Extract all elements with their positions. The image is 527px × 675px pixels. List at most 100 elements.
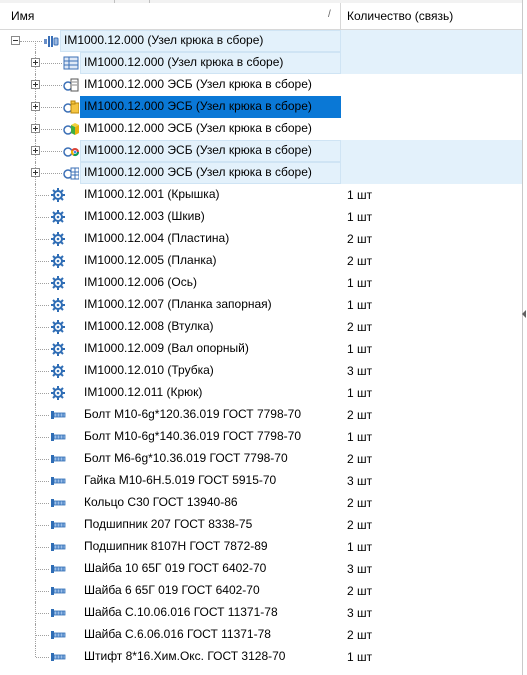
gear-icon: [50, 275, 66, 291]
tree-row-quantity: 1 шт: [347, 430, 373, 444]
tree-row-label: Кольцо C30 ГОСТ 13940-86: [84, 495, 238, 509]
tree-row[interactable]: IM1000.12.000 ЭСБ (Узел крюка в сборе): [0, 74, 522, 96]
tree-connector: [36, 305, 49, 307]
tree-row-label: Подшипник 207 ГОСТ 8338-75: [84, 517, 253, 531]
tree-connector: [36, 239, 49, 241]
tree-row-label: Шайба 6 65Г 019 ГОСТ 6402-70: [84, 583, 260, 597]
tree-row-label: Гайка M10-6H.5.019 ГОСТ 5915-70: [84, 473, 277, 487]
tree-row[interactable]: IM1000.12.000 ЭСБ (Узел крюка в сборе): [0, 140, 522, 162]
collapse-toggle[interactable]: [11, 36, 20, 45]
expand-toggle[interactable]: [31, 124, 40, 133]
gear-icon: [50, 209, 66, 225]
tree-row[interactable]: IM1000.12.007 (Планка запорная) 1 шт: [0, 294, 522, 316]
standard-part-icon: [50, 407, 66, 423]
tree-row-quantity: 2 шт: [347, 408, 373, 422]
tree-row-label: Болт M10-6g*140.36.019 ГОСТ 7798-70: [84, 429, 301, 443]
tree-row-label: Штифт 8*16.Хим.Окс. ГОСТ 3128-70: [84, 649, 286, 663]
expand-toggle[interactable]: [31, 58, 40, 67]
gear-icon: [50, 319, 66, 335]
tree-row-label: Шайба C.10.06.016 ГОСТ 11371-78: [84, 605, 278, 619]
tree-row[interactable]: Подшипник 207 ГОСТ 8338-75 2 шт: [0, 514, 522, 536]
tree-row-label: Болт M6-6g*10.36.019 ГОСТ 7798-70: [84, 451, 288, 465]
tree-row-quantity: [341, 118, 522, 140]
tree-connector: [36, 569, 49, 571]
tree-connector: [36, 349, 49, 351]
tree-row-quantity: 2 шт: [347, 518, 373, 532]
table-icon: [63, 55, 79, 71]
tree-row-label: Болт M10-6g*120.36.019 ГОСТ 7798-70: [84, 407, 301, 421]
tree-row[interactable]: Штифт 8*16.Хим.Окс. ГОСТ 3128-70 1 шт: [0, 646, 522, 668]
tree-row[interactable]: Болт M10-6g*140.36.019 ГОСТ 7798-70 1 шт: [0, 426, 522, 448]
tree-row-quantity: 2 шт: [347, 254, 373, 268]
standard-part-icon: [50, 605, 66, 621]
tree-row-quantity: 3 шт: [347, 474, 373, 488]
tree-row[interactable]: Гайка M10-6H.5.019 ГОСТ 5915-70 3 шт: [0, 470, 522, 492]
gear-icon: [50, 253, 66, 269]
tree-row-quantity: 1 шт: [347, 386, 373, 400]
tree-row-label: IM1000.12.011 (Крюк): [84, 385, 203, 399]
tree-row-root[interactable]: IM1000.12.000 (Узел крюка в сборе): [0, 30, 522, 52]
tree-connector: [36, 657, 49, 659]
tree-row[interactable]: IM1000.12.011 (Крюк) 1 шт: [0, 382, 522, 404]
tree-connector: [36, 327, 49, 329]
tree-row-quantity: 3 шт: [347, 606, 373, 620]
tree-row-label: Шайба 10 65Г 019 ГОСТ 6402-70: [84, 561, 267, 575]
expand-toggle[interactable]: [31, 146, 40, 155]
tree-row[interactable]: Кольцо C30 ГОСТ 13940-86 2 шт: [0, 492, 522, 514]
tree-row[interactable]: IM1000.12.000 (Узел крюка в сборе): [0, 52, 522, 74]
tree-row-label: IM1000.12.001 (Крышка): [84, 187, 220, 201]
tree-row[interactable]: IM1000.12.003 (Шкив) 1 шт: [0, 206, 522, 228]
tree-row[interactable]: Болт M6-6g*10.36.019 ГОСТ 7798-70 2 шт: [0, 448, 522, 470]
tree-row-quantity: [341, 30, 522, 52]
tree-row-quantity: [341, 96, 522, 118]
tree-connector: [36, 547, 49, 549]
expand-toggle[interactable]: [31, 168, 40, 177]
tree-connector: [36, 217, 49, 219]
3d-model-icon: [63, 121, 79, 137]
tree-row-quantity: 2 шт: [347, 320, 373, 334]
tree-row[interactable]: IM1000.12.010 (Трубка) 3 шт: [0, 360, 522, 382]
tree-row-label: IM1000.12.000 ЭСБ (Узел крюка в сборе): [84, 165, 312, 179]
tree-row[interactable]: Шайба C.10.06.016 ГОСТ 11371-78 3 шт: [0, 602, 522, 624]
tree-connector: [36, 481, 49, 483]
tree-row[interactable]: IM1000.12.006 (Ось) 1 шт: [0, 272, 522, 294]
gear-icon: [50, 297, 66, 313]
tree-connector: [36, 459, 49, 461]
tree-row-label: Шайба C.6.06.016 ГОСТ 11371-78: [84, 627, 271, 641]
expand-toggle[interactable]: [31, 80, 40, 89]
tree-connector: [35, 646, 37, 657]
tree-row[interactable]: IM1000.12.008 (Втулка) 2 шт: [0, 316, 522, 338]
standard-part-icon: [50, 451, 66, 467]
tree-row[interactable]: Подшипник 8107H ГОСТ 7872-89 1 шт: [0, 536, 522, 558]
standard-part-icon: [50, 517, 66, 533]
scroll-arrow-icon[interactable]: [522, 310, 527, 318]
tree-row-quantity: 2 шт: [347, 232, 373, 246]
folder-document-icon: [63, 99, 79, 115]
tree-row[interactable]: IM1000.12.009 (Вал опорный) 1 шт: [0, 338, 522, 360]
tree-row-quantity: 1 шт: [347, 342, 373, 356]
column-header-quantity[interactable]: Количество (связь): [341, 3, 522, 29]
tree-row[interactable]: IM1000.12.005 (Планка) 2 шт: [0, 250, 522, 272]
chrome-icon: [63, 143, 79, 159]
column-header-name[interactable]: Имя /: [0, 3, 341, 29]
tree-row[interactable]: Болт M10-6g*120.36.019 ГОСТ 7798-70 2 шт: [0, 404, 522, 426]
tree-row[interactable]: IM1000.12.000 ЭСБ (Узел крюка в сборе): [0, 96, 522, 118]
tree-row[interactable]: IM1000.12.000 ЭСБ (Узел крюка в сборе): [0, 162, 522, 184]
tree-row[interactable]: Шайба 6 65Г 019 ГОСТ 6402-70 2 шт: [0, 580, 522, 602]
tree-row[interactable]: Шайба C.6.06.016 ГОСТ 11371-78 2 шт: [0, 624, 522, 646]
tree-connector: [36, 371, 49, 373]
gear-icon: [50, 363, 66, 379]
expand-toggle[interactable]: [31, 102, 40, 111]
tree-row-quantity: 1 шт: [347, 188, 373, 202]
tree-row[interactable]: IM1000.12.000 ЭСБ (Узел крюка в сборе): [0, 118, 522, 140]
tree-row[interactable]: IM1000.12.004 (Пластина) 2 шт: [0, 228, 522, 250]
tree-row[interactable]: Шайба 10 65Г 019 ГОСТ 6402-70 3 шт: [0, 558, 522, 580]
gear-icon: [50, 385, 66, 401]
tree-row[interactable]: IM1000.12.001 (Крышка) 1 шт: [0, 184, 522, 206]
standard-part-icon: [50, 561, 66, 577]
standard-part-icon: [50, 429, 66, 445]
column-header-name-label: Имя: [11, 9, 35, 23]
tree-row-quantity: 1 шт: [347, 650, 373, 664]
tree-connector: [36, 415, 49, 417]
gear-icon: [50, 231, 66, 247]
